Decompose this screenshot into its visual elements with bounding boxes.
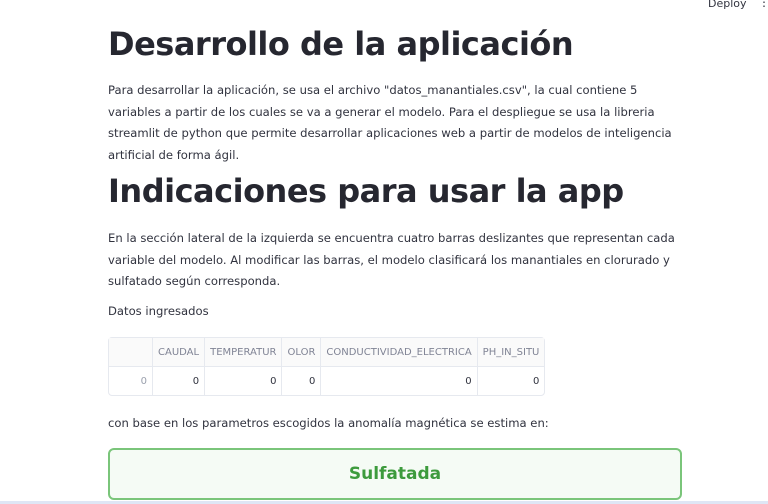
vertical-ellipsis-icon[interactable]: ⋮ [758,0,768,8]
result-label: con base en los parametros escogidos la … [108,416,549,430]
table-cell[interactable]: 0 [321,367,478,395]
section-title-indicaciones: Indicaciones para usar la app [108,172,624,210]
table-cell[interactable]: 0 [153,367,206,395]
deploy-button[interactable]: Deploy [708,0,747,10]
table-cell[interactable]: 0 [205,367,283,395]
table-header-index [109,338,153,367]
table-header-temperatura[interactable]: TEMPERATUR [205,338,283,367]
table-row: 0 0 0 0 0 0 [109,367,544,395]
section-paragraph-indicaciones: En la sección lateral de la izquierda se… [108,231,675,288]
section-paragraph-desarrollo: Para desarrollar la aplicación, se usa e… [108,83,672,162]
table-header-ph[interactable]: PH_IN_SITU [477,338,545,367]
table-cell-index: 0 [109,367,153,395]
table-header-conductividad[interactable]: CONDUCTIVIDAD_ELECTRICA [321,338,478,367]
table-header-row: CAUDAL TEMPERATUR OLOR CONDUCTIVIDAD_ELE… [109,338,545,367]
input-data-table[interactable]: CAUDAL TEMPERATUR OLOR CONDUCTIVIDAD_ELE… [108,337,546,396]
table-cell[interactable]: 0 [282,367,322,395]
table-header-olor[interactable]: OLOR [282,338,322,367]
result-value: Sulfatada [348,464,442,484]
table-cell[interactable]: 0 [478,367,545,395]
table-header-caudal[interactable]: CAUDAL [153,338,206,367]
result-box: Sulfatada [108,448,682,500]
data-label: Datos ingresados [108,304,209,318]
section-title-desarrollo: Desarrollo de la aplicación [108,25,574,63]
